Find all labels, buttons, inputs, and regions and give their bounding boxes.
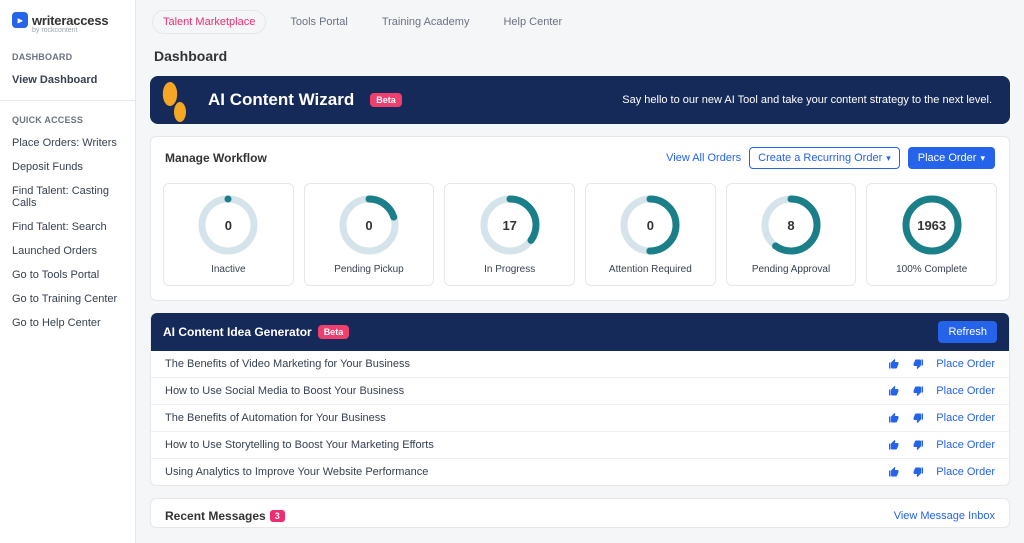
idea-row: The Benefits of Video Marketing for Your…: [151, 351, 1009, 378]
gauge-label: Pending Approval: [752, 264, 830, 275]
workflow-gauge[interactable]: 17 In Progress: [444, 183, 575, 286]
sidebar-item-find-talent-search[interactable]: Find Talent: Search: [0, 215, 135, 239]
idea-row: How to Use Storytelling to Boost Your Ma…: [151, 432, 1009, 459]
thumbs-up-icon[interactable]: [888, 466, 900, 478]
workflow-title: Manage Workflow: [165, 151, 267, 165]
place-order-button[interactable]: Place Order ▾: [908, 147, 995, 169]
thumbs-up-icon[interactable]: [888, 358, 900, 370]
gauge-value: 0: [197, 194, 259, 256]
idea-title: How to Use Storytelling to Boost Your Ma…: [165, 439, 434, 451]
tab-help-center[interactable]: Help Center: [493, 11, 572, 33]
beta-badge: Beta: [318, 325, 350, 339]
sidebar-item-tools-portal[interactable]: Go to Tools Portal: [0, 263, 135, 287]
button-label: Refresh: [948, 326, 987, 338]
gauge-value: 8: [760, 194, 822, 256]
logo[interactable]: ⫸ writeraccess by rockcontent: [0, 0, 135, 42]
gauge-label: 100% Complete: [896, 264, 967, 275]
idea-title: How to Use Social Media to Boost Your Bu…: [165, 385, 404, 397]
idea-row: How to Use Social Media to Boost Your Bu…: [151, 378, 1009, 405]
thumbs-up-icon[interactable]: [888, 412, 900, 424]
sidebar-item-launched-orders[interactable]: Launched Orders: [0, 239, 135, 263]
workflow-gauge[interactable]: 0 Attention Required: [585, 183, 716, 286]
gauge-value: 0: [619, 194, 681, 256]
gauge-ring: 0: [338, 194, 400, 256]
idea-row: Using Analytics to Improve Your Website …: [151, 459, 1009, 485]
workflow-gauge[interactable]: 1963 100% Complete: [866, 183, 997, 286]
gauge-ring: 17: [479, 194, 541, 256]
idea-place-order-link[interactable]: Place Order: [936, 385, 995, 397]
recent-messages-card: Recent Messages 3 View Message Inbox: [150, 498, 1010, 528]
idea-title: The Benefits of Automation for Your Busi…: [165, 412, 386, 424]
sidebar-item-training-center[interactable]: Go to Training Center: [0, 287, 135, 311]
idea-row: The Benefits of Automation for Your Busi…: [151, 405, 1009, 432]
view-all-orders-link[interactable]: View All Orders: [666, 152, 741, 164]
gauge-label: Attention Required: [609, 264, 692, 275]
workflow-card: Manage Workflow View All Orders Create a…: [150, 136, 1010, 301]
workflow-gauge[interactable]: 8 Pending Approval: [726, 183, 857, 286]
button-label: Create a Recurring Order: [758, 152, 882, 164]
thumbs-down-icon[interactable]: [912, 385, 924, 397]
gauge-ring: 0: [619, 194, 681, 256]
divider: [0, 100, 135, 101]
thumbs-down-icon[interactable]: [912, 358, 924, 370]
tab-tools-portal[interactable]: Tools Portal: [280, 11, 357, 33]
thumbs-up-icon[interactable]: [888, 385, 900, 397]
idea-generator-title: AI Content Idea Generator: [163, 325, 312, 339]
chevron-down-icon: ▾: [886, 153, 891, 164]
sidebar-item-help-center[interactable]: Go to Help Center: [0, 311, 135, 335]
sidebar-head-dashboard: DASHBOARD: [0, 52, 135, 68]
gauge-value: 17: [479, 194, 541, 256]
tab-talent-marketplace[interactable]: Talent Marketplace: [152, 10, 266, 34]
idea-generator-card: AI Content Idea Generator Beta Refresh T…: [150, 313, 1010, 486]
idea-place-order-link[interactable]: Place Order: [936, 358, 995, 370]
logo-subtext: by rockcontent: [32, 27, 123, 34]
thumbs-down-icon[interactable]: [912, 466, 924, 478]
gauge-ring: 0: [197, 194, 259, 256]
banner-subtitle: Say hello to our new AI Tool and take yo…: [622, 94, 992, 106]
sidebar-item-view-dashboard[interactable]: View Dashboard: [0, 68, 135, 92]
sidebar-item-casting-calls[interactable]: Find Talent: Casting Calls: [0, 179, 135, 215]
top-nav: Talent Marketplace Tools Portal Training…: [136, 0, 1024, 40]
sidebar: ⫸ writeraccess by rockcontent DASHBOARD …: [0, 0, 136, 543]
logo-text: writeraccess: [32, 13, 108, 28]
ai-wizard-banner[interactable]: AI Content Wizard Beta Say hello to our …: [150, 76, 1010, 124]
thumbs-up-icon[interactable]: [888, 439, 900, 451]
idea-place-order-link[interactable]: Place Order: [936, 412, 995, 424]
message-count-badge: 3: [270, 510, 285, 522]
tab-training-academy[interactable]: Training Academy: [372, 11, 480, 33]
gauge-ring: 1963: [901, 194, 963, 256]
logo-icon: ⫸: [12, 12, 28, 28]
sidebar-head-quick-access: QUICK ACCESS: [0, 115, 135, 131]
sidebar-item-place-orders-writers[interactable]: Place Orders: Writers: [0, 131, 135, 155]
thumbs-down-icon[interactable]: [912, 412, 924, 424]
gauge-value: 1963: [901, 194, 963, 256]
sidebar-item-deposit-funds[interactable]: Deposit Funds: [0, 155, 135, 179]
banner-title: AI Content Wizard: [208, 90, 354, 110]
create-recurring-order-button[interactable]: Create a Recurring Order ▾: [749, 147, 900, 169]
gauge-label: In Progress: [484, 264, 535, 275]
workflow-gauge[interactable]: 0 Pending Pickup: [304, 183, 435, 286]
view-message-inbox-link[interactable]: View Message Inbox: [894, 510, 995, 522]
gauge-ring: 8: [760, 194, 822, 256]
recent-messages-title: Recent Messages: [165, 509, 266, 523]
thumbs-down-icon[interactable]: [912, 439, 924, 451]
beta-badge: Beta: [370, 93, 402, 107]
idea-place-order-link[interactable]: Place Order: [936, 439, 995, 451]
gauge-value: 0: [338, 194, 400, 256]
workflow-gauge[interactable]: 0 Inactive: [163, 183, 294, 286]
chevron-down-icon: ▾: [980, 153, 985, 164]
gauge-label: Inactive: [211, 264, 245, 275]
main: Talent Marketplace Tools Portal Training…: [136, 0, 1024, 543]
idea-place-order-link[interactable]: Place Order: [936, 466, 995, 478]
page-title: Dashboard: [136, 40, 1024, 76]
refresh-button[interactable]: Refresh: [938, 321, 997, 343]
gauge-label: Pending Pickup: [334, 264, 404, 275]
idea-title: Using Analytics to Improve Your Website …: [165, 466, 428, 478]
button-label: Place Order: [918, 152, 977, 164]
idea-title: The Benefits of Video Marketing for Your…: [165, 358, 410, 370]
